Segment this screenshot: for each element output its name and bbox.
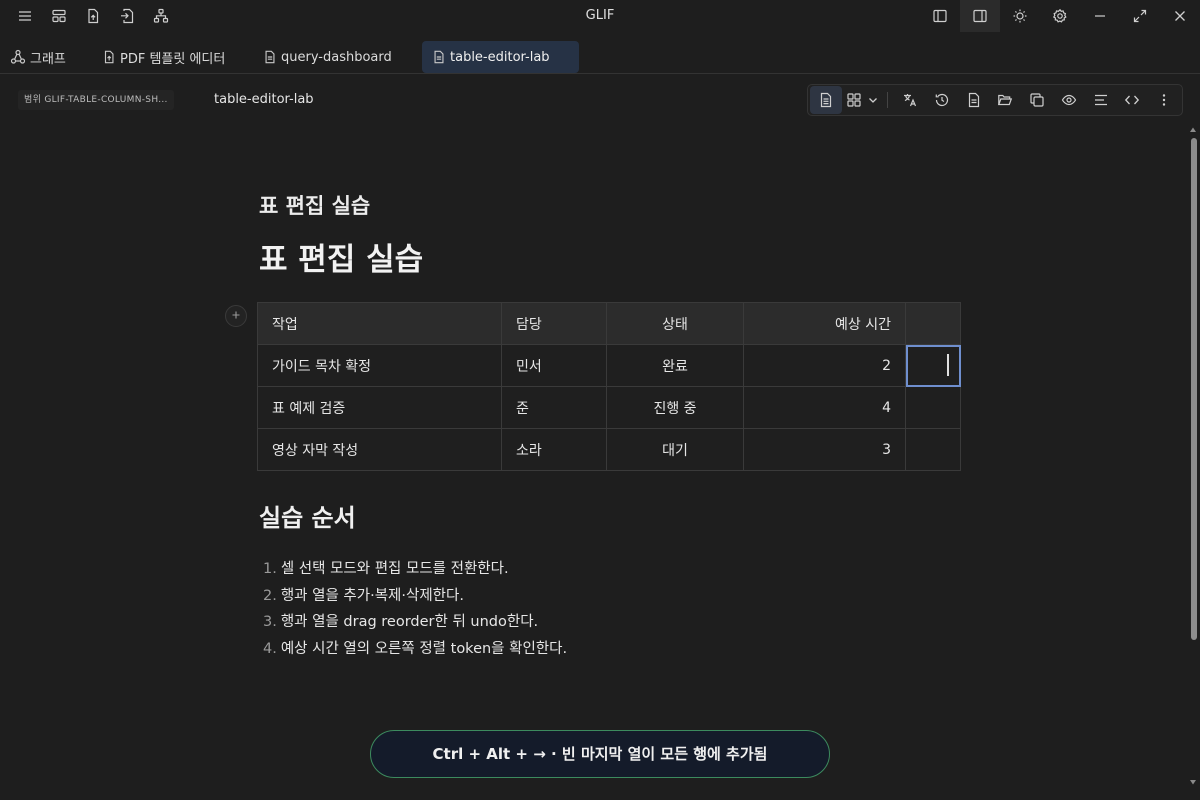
document-icon (432, 50, 446, 64)
history-icon[interactable] (926, 86, 958, 114)
list-item-text: 셀 선택 모드와 편집 모드를 전환한다. (280, 561, 509, 577)
table-cell[interactable]: 영상 자막 작성 (257, 428, 502, 471)
code-icon[interactable] (1117, 86, 1149, 114)
scrollbar-thumb[interactable] (1191, 138, 1197, 640)
table-header-row: 작업 담당 상태 예상 시간 (257, 302, 961, 345)
table-cell[interactable]: 표 예제 검증 (257, 386, 502, 429)
steps-list: 1. 셀 선택 모드와 편집 모드를 전환한다. 2. 행과 열을 추가·복제·삭제… (263, 558, 567, 664)
copy-icon[interactable] (1021, 86, 1053, 114)
table-cell[interactable]: 2 (743, 344, 906, 387)
list-item-text: 행과 열을 추가·복제·삭제한다. (280, 587, 464, 604)
shortcut-toast: Ctrl + Alt + → · 빈 마지막 열이 모든 행에 추가됨 (370, 730, 830, 778)
table-cell[interactable]: 대기 (606, 428, 744, 471)
scope-badge[interactable]: 범위 GLIF-TABLE-COLUMN-SH... (18, 90, 174, 110)
minimize-icon[interactable] (1080, 0, 1120, 32)
table-cell[interactable]: 소라 (501, 428, 607, 471)
table-header-cell[interactable]: 예상 시간 (743, 302, 906, 345)
tab-table-editor-lab[interactable]: table-editor-lab (422, 41, 579, 73)
list-item-text: 예상 시간 열의 오른쪽 정렬 token을 확인한다. (280, 640, 568, 657)
eye-icon[interactable] (1053, 86, 1085, 114)
document-view-icon[interactable] (810, 86, 842, 114)
table-cell[interactable]: 민서 (501, 344, 607, 387)
table-header-cell[interactable]: 작업 (257, 302, 502, 345)
list-number: 1. (263, 561, 277, 577)
table-row: 가이드 목차 확정 민서 완료 2 (257, 344, 961, 387)
title-bar-left-actions (8, 0, 178, 32)
table-cell[interactable]: 4 (743, 386, 906, 429)
tab-graph[interactable]: 그래프 (0, 41, 76, 73)
table-header-cell[interactable]: 상태 (606, 302, 744, 345)
gear-icon[interactable] (1040, 0, 1080, 32)
editor-toolbar (807, 84, 1183, 116)
maximize-icon[interactable] (1120, 0, 1160, 32)
file-export-icon[interactable] (110, 0, 144, 32)
table-cell[interactable]: 준 (501, 386, 607, 429)
text-caret (947, 354, 949, 376)
breadcrumb-document: table-editor-lab (214, 92, 314, 107)
tab-pdf-template-editor[interactable]: PDF 템플릿 에디터 (92, 41, 235, 73)
table-header-cell[interactable] (905, 302, 961, 345)
folder-open-icon[interactable] (990, 86, 1022, 114)
sidebar-right-icon[interactable] (960, 0, 1000, 32)
plus-icon (231, 308, 241, 324)
tab-label: 그래프 (30, 51, 66, 67)
more-icon[interactable] (1148, 86, 1180, 114)
table-cell[interactable] (905, 386, 961, 429)
editable-table: 작업 담당 상태 예상 시간 가이드 목차 확정 민서 완료 2 표 예제 검증… (257, 302, 961, 471)
table-row: 영상 자막 작성 소라 대기 3 (257, 428, 961, 471)
list-item: 3. 행과 열을 drag reorder한 뒤 undo한다. (263, 611, 567, 638)
list-item-text: 행과 열을 drag reorder한 뒤 undo한다. (280, 614, 539, 630)
list-item: 1. 셀 선택 모드와 편집 모드를 전환한다. (263, 558, 567, 585)
table-cell[interactable]: 완료 (606, 344, 744, 387)
scroll-up-arrow-icon[interactable] (1189, 126, 1197, 134)
file-upload-icon[interactable] (76, 0, 110, 32)
grid-view-icon[interactable] (842, 86, 866, 114)
sitemap-icon[interactable] (144, 0, 178, 32)
tab-label: PDF 템플릿 에디터 (120, 51, 226, 67)
document-heading: 표 편집 실습 (259, 242, 424, 278)
menu-icon[interactable] (8, 0, 42, 32)
table-row: 표 예제 검증 준 진행 중 4 (257, 386, 961, 429)
toolbar-divider (887, 92, 889, 108)
align-icon[interactable] (1085, 86, 1117, 114)
list-number: 4. (263, 640, 277, 657)
tab-label: table-editor-lab (450, 49, 550, 65)
table-cell[interactable]: 3 (743, 428, 906, 471)
document-icon (263, 50, 277, 64)
document-meta-title: 표 편집 실습 (259, 194, 371, 218)
close-icon[interactable] (1160, 0, 1200, 32)
table-header-cell[interactable]: 담당 (501, 302, 607, 345)
page-icon[interactable] (958, 86, 990, 114)
sun-icon[interactable] (1000, 0, 1040, 32)
translate-icon[interactable] (894, 86, 926, 114)
list-item: 4. 예상 시간 열의 오른쪽 정렬 token을 확인한다. (263, 638, 567, 665)
graph-icon (10, 49, 26, 65)
tab-query-dashboard[interactable]: query-dashboard (253, 41, 402, 73)
table-cell-selected[interactable] (905, 344, 961, 387)
list-number: 2. (263, 587, 277, 604)
table-cell[interactable] (905, 428, 961, 471)
table-cell[interactable]: 진행 중 (606, 386, 744, 429)
layout-icon[interactable] (42, 0, 76, 32)
sidebar-left-icon[interactable] (920, 0, 960, 32)
tab-bar: 그래프 PDF 템플릿 에디터 query-dashboard table-ed… (0, 40, 1200, 74)
chevron-down-icon[interactable] (866, 86, 882, 114)
title-bar: GLIF (0, 0, 1200, 32)
add-block-button[interactable] (225, 305, 247, 327)
tab-label: query-dashboard (281, 49, 392, 65)
file-upload-icon (102, 50, 116, 64)
table-cell[interactable]: 가이드 목차 확정 (257, 344, 502, 387)
section-heading: 실습 순서 (259, 504, 356, 532)
list-item: 2. 행과 열을 추가·복제·삭제한다. (263, 585, 567, 612)
scroll-down-arrow-icon[interactable] (1189, 778, 1197, 786)
title-bar-right-actions (920, 0, 1200, 32)
list-number: 3. (263, 614, 277, 630)
